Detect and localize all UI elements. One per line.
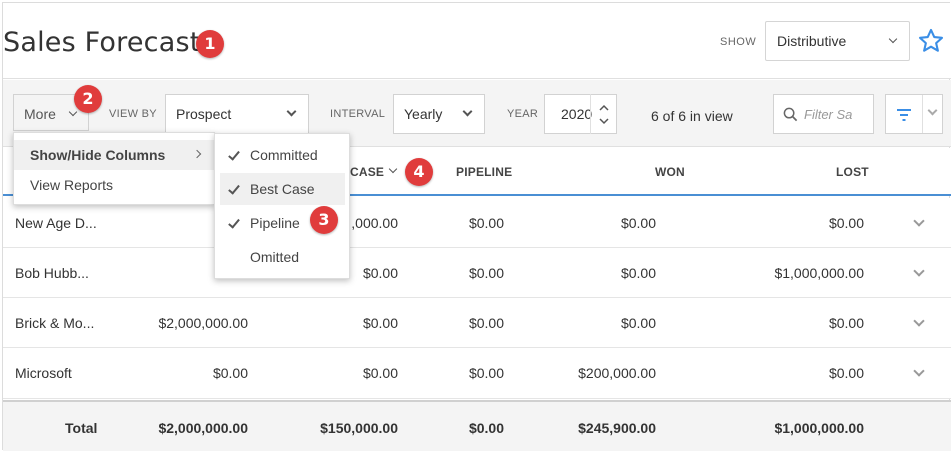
- expand-chevron-icon[interactable]: [913, 365, 925, 377]
- total-pipeline: $0.00: [468, 420, 504, 436]
- show-label: SHOW: [720, 36, 757, 48]
- table-total-row: Total $2,000,000.00 $150,000.00 $0.00 $2…: [3, 400, 951, 451]
- pipeline-value: $0.00: [468, 265, 504, 281]
- in-view-count: 6 of 6 in view: [651, 108, 733, 124]
- interval-value: Yearly: [404, 106, 443, 122]
- total-lost: $1,000,000.00: [774, 420, 864, 436]
- pipeline-value: $0.00: [468, 315, 504, 331]
- won-value: $0.00: [620, 315, 656, 331]
- column-toggle-committed[interactable]: Committed: [220, 139, 345, 171]
- annotation-badge-2: 2: [74, 85, 102, 113]
- column-toggle-label: Omitted: [250, 249, 300, 265]
- more-button-label: More: [24, 106, 56, 122]
- prospect-name[interactable]: New Age D...: [15, 215, 97, 231]
- annotation-badge-3: 3: [310, 206, 338, 234]
- filter-icon[interactable]: [896, 108, 912, 122]
- button-divider: [922, 95, 923, 133]
- lost-value: $0.00: [828, 365, 864, 381]
- column-header-won[interactable]: WON: [655, 165, 685, 179]
- won-value: $200,000.00: [578, 365, 656, 381]
- annotation-badge-4: 4: [405, 158, 433, 186]
- column-toggle-omitted[interactable]: Omitted: [220, 241, 345, 273]
- lost-value: $0.00: [828, 315, 864, 331]
- lost-value: $0.00: [828, 215, 864, 231]
- year-stepper[interactable]: [590, 94, 616, 134]
- menu-item-label: View Reports: [30, 177, 114, 193]
- prospect-name[interactable]: Microsoft: [15, 365, 72, 381]
- table-row[interactable]: Microsoft $0.00 $0.00 $0.00 $200,000.00 …: [3, 348, 951, 399]
- column-toggle-label: Committed: [250, 147, 318, 163]
- menu-item-show-hide-columns[interactable]: Show/Hide Columns: [14, 140, 214, 170]
- menu-item-label: Show/Hide Columns: [30, 147, 166, 163]
- filter-input[interactable]: Filter Sa: [773, 94, 874, 134]
- committed-value: $2,000,000.00: [158, 315, 248, 331]
- total-best-case: $150,000.00: [320, 420, 398, 436]
- column-header-best-case[interactable]: CASE: [350, 165, 384, 179]
- chevron-down-icon: [68, 107, 78, 117]
- check-icon: [228, 148, 240, 161]
- year-label: YEAR: [507, 108, 539, 120]
- table-row[interactable]: New Age D... ,000.00 $0.00 $0.00 $0.00: [3, 198, 951, 248]
- table-row[interactable]: Brick & Mo... $2,000,000.00 $0.00 $0.00 …: [3, 298, 951, 348]
- best-case-value: $0.00: [362, 365, 398, 381]
- chevron-down-icon[interactable]: [927, 105, 938, 116]
- table-row[interactable]: Bob Hubb... $0.00 $0.00 $0.00 $1,000,000…: [3, 248, 951, 298]
- search-icon: [783, 107, 798, 122]
- sort-chevron-down-icon[interactable]: [388, 164, 398, 174]
- total-label: Total: [65, 420, 98, 436]
- expand-chevron-icon[interactable]: [913, 215, 925, 227]
- show-select-value: Distributive: [777, 33, 847, 49]
- total-won: $245,900.00: [578, 420, 656, 436]
- committed-value: $0.00: [212, 365, 248, 381]
- prospect-name[interactable]: Brick & Mo...: [15, 315, 94, 331]
- annotation-badge-1: 1: [196, 30, 224, 58]
- menu-item-view-reports[interactable]: View Reports: [14, 170, 214, 200]
- pipeline-value: $0.00: [468, 365, 504, 381]
- more-dropdown-menu: Show/Hide Columns View Reports: [13, 132, 215, 205]
- view-by-value: Prospect: [176, 106, 232, 122]
- stepper-arrows-icon[interactable]: [591, 94, 617, 134]
- app-frame: Sales Forecast 1 SHOW Distributive More …: [2, 2, 951, 451]
- won-value: $0.00: [620, 265, 656, 281]
- total-committed: $2,000,000.00: [158, 420, 248, 436]
- expand-chevron-icon[interactable]: [913, 265, 925, 277]
- filter-options-button[interactable]: [885, 94, 943, 134]
- column-header-lost[interactable]: LOST: [836, 165, 869, 179]
- prospect-name[interactable]: Bob Hubb...: [15, 265, 89, 281]
- won-value: $0.00: [620, 215, 656, 231]
- view-by-label: VIEW BY: [109, 108, 157, 120]
- column-toggle-label: Pipeline: [250, 215, 300, 231]
- interval-select[interactable]: Yearly: [393, 94, 485, 134]
- check-icon: [228, 216, 240, 229]
- lost-value: $1,000,000.00: [774, 265, 864, 281]
- view-by-select[interactable]: Prospect: [165, 94, 309, 134]
- page-title: Sales Forecast: [3, 27, 201, 58]
- chevron-down-icon: [286, 106, 297, 117]
- interval-label: INTERVAL: [330, 108, 386, 120]
- column-header-pipeline[interactable]: PIPELINE: [456, 165, 512, 179]
- columns-submenu: Committed Best Case Pipeline Omitted: [214, 133, 350, 279]
- filter-placeholder: Filter Sa: [804, 107, 853, 122]
- star-icon[interactable]: [917, 27, 945, 55]
- chevron-down-icon: [888, 34, 898, 44]
- chevron-down-icon: [462, 106, 473, 117]
- chevron-right-icon: [192, 149, 202, 159]
- column-toggle-label: Best Case: [250, 181, 315, 197]
- column-toggle-best-case[interactable]: Best Case: [220, 173, 345, 205]
- show-select[interactable]: Distributive: [765, 21, 910, 61]
- year-value: 2020: [561, 106, 593, 122]
- expand-chevron-icon[interactable]: [913, 315, 925, 327]
- check-icon: [228, 182, 240, 195]
- page-header: Sales Forecast 1 SHOW Distributive: [3, 3, 951, 79]
- best-case-value: $0.00: [362, 315, 398, 331]
- pipeline-value: $0.00: [468, 215, 504, 231]
